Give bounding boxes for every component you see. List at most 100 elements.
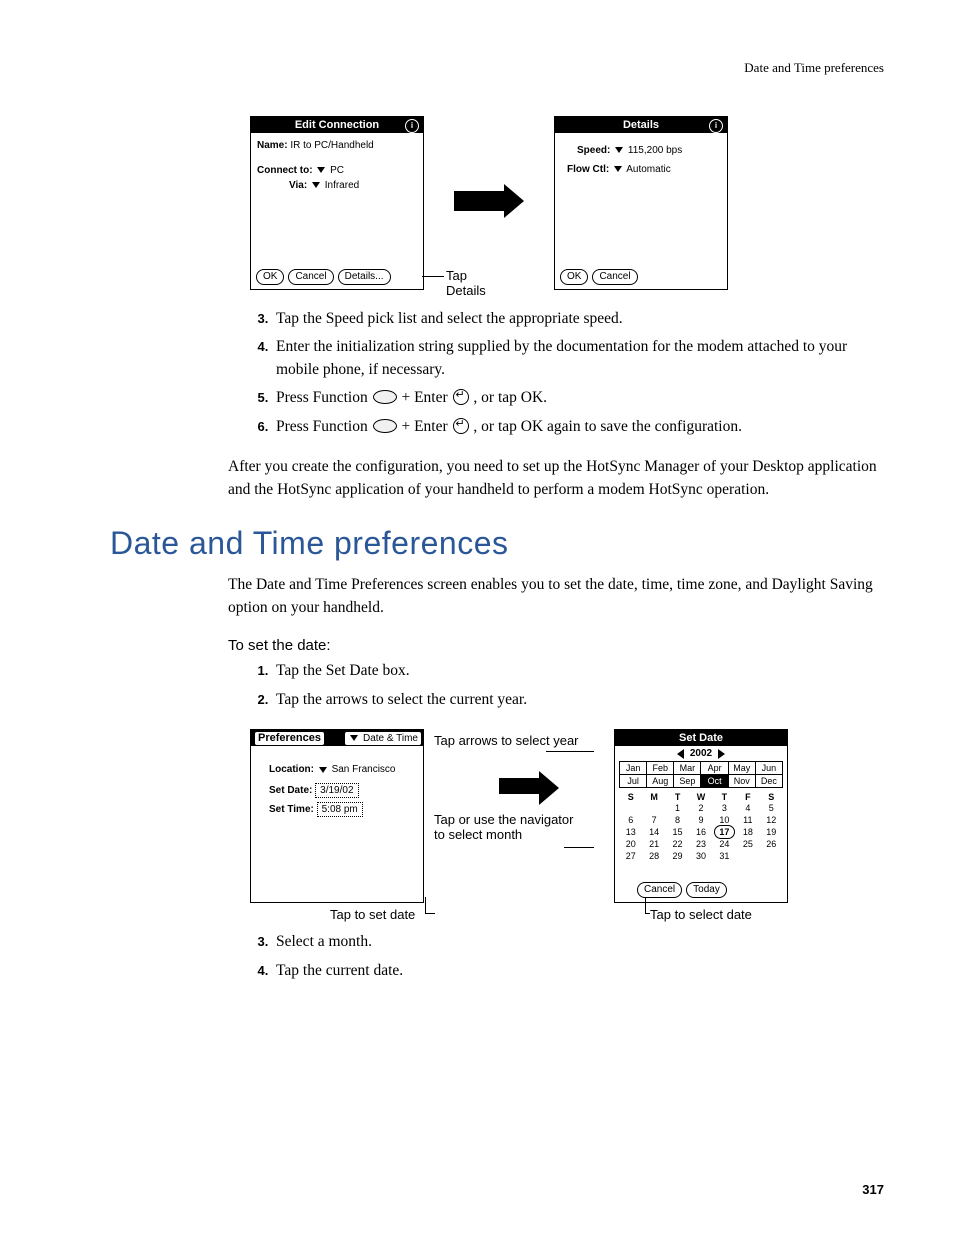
day-cell[interactable]: 31 [713, 850, 736, 862]
dow-cell: F [736, 792, 759, 802]
via-value[interactable]: Infrared [325, 180, 359, 191]
name-value[interactable]: IR to PC/Handheld [290, 140, 373, 151]
day-cell[interactable]: 9 [689, 814, 712, 826]
day-cell[interactable]: 28 [642, 850, 665, 862]
day-cell[interactable]: 30 [689, 850, 712, 862]
month-cell[interactable]: Jan [620, 762, 647, 775]
day-cell[interactable]: 21 [642, 838, 665, 850]
month-cell[interactable]: May [729, 762, 756, 775]
info-icon[interactable]: i [405, 119, 419, 133]
preferences-screen: Preferences Date & Time Location: San Fr… [250, 729, 424, 903]
screen-title: Details [623, 119, 659, 131]
day-cell[interactable]: 6 [619, 814, 642, 826]
year-value: 2002 [690, 748, 712, 759]
day-cell[interactable]: 13 [619, 826, 642, 838]
day-cell[interactable]: 1 [666, 802, 689, 814]
month-grid[interactable]: JanFebMarAprMayJun JulAugSepOctNovDec [619, 761, 783, 788]
cancel-button[interactable]: Cancel [592, 269, 637, 285]
ok-button[interactable]: OK [560, 269, 588, 285]
day-cell[interactable]: 24 [713, 838, 736, 850]
month-cell[interactable]: Dec [756, 775, 783, 788]
month-cell[interactable]: Nov [729, 775, 756, 788]
dropdown-icon [350, 735, 358, 741]
dropdown-icon[interactable] [615, 147, 623, 153]
enter-button-icon [453, 389, 469, 405]
dow-cell: S [619, 792, 642, 802]
month-cell[interactable]: Sep [674, 775, 701, 788]
dropdown-icon[interactable] [614, 166, 622, 172]
day-cell[interactable]: 20 [619, 838, 642, 850]
screen-title: Preferences [255, 732, 324, 745]
info-icon[interactable]: i [709, 119, 723, 133]
via-label: Via: [289, 180, 307, 191]
dow-cell: S [760, 792, 783, 802]
month-cell[interactable]: Feb [647, 762, 674, 775]
day-cell[interactable]: 5 [760, 802, 783, 814]
day-cell[interactable]: 16 [689, 826, 712, 838]
details-button[interactable]: Details... [338, 269, 391, 285]
day-cell[interactable]: 18 [736, 826, 759, 838]
month-cell[interactable]: Oct [701, 775, 728, 788]
dropdown-icon[interactable] [312, 182, 320, 188]
connect-to-value[interactable]: PC [330, 165, 344, 176]
today-button[interactable]: Today [686, 882, 727, 898]
day-grid[interactable]: 1234567891011121314151617181920212223242… [619, 802, 783, 862]
callout-tap-arrows: Tap arrows to select year [434, 733, 604, 748]
step-4b: Tap the current date. [272, 960, 884, 982]
cancel-button[interactable]: Cancel [288, 269, 333, 285]
set-time-label: Set Time: [269, 804, 314, 815]
set-time-box[interactable]: 5:08 pm [317, 802, 363, 817]
day-cell[interactable]: 15 [666, 826, 689, 838]
month-cell[interactable]: Jun [756, 762, 783, 775]
day-cell[interactable]: 11 [736, 814, 759, 826]
function-button-icon [373, 390, 397, 404]
day-cell[interactable]: 23 [689, 838, 712, 850]
month-cell[interactable]: Mar [674, 762, 701, 775]
day-cell[interactable]: 27 [619, 850, 642, 862]
day-cell[interactable]: 2 [689, 802, 712, 814]
day-cell[interactable]: 4 [736, 802, 759, 814]
dropdown-icon[interactable] [319, 767, 327, 773]
callout-select-month: Tap or use the navigator to select month [434, 812, 574, 842]
section-heading: Date and Time preferences [110, 525, 884, 562]
day-cell[interactable]: 19 [760, 826, 783, 838]
set-date-box[interactable]: 3/19/02 [315, 783, 358, 798]
running-header: Date and Time preferences [110, 60, 884, 76]
day-cell[interactable]: 14 [642, 826, 665, 838]
day-cell[interactable]: 17 [714, 825, 735, 839]
day-cell[interactable]: 12 [760, 814, 783, 826]
month-cell[interactable]: Aug [647, 775, 674, 788]
day-cell[interactable]: 29 [666, 850, 689, 862]
year-prev-icon[interactable] [677, 749, 684, 759]
category-selector[interactable]: Date & Time [345, 732, 421, 745]
day-cell[interactable]: 22 [666, 838, 689, 850]
arrow-icon [434, 778, 604, 794]
steps-list-b: Tap the Set Date box. Tap the arrows to … [250, 660, 884, 711]
arrow-icon [424, 191, 534, 211]
month-cell[interactable]: Apr [701, 762, 728, 775]
ok-button[interactable]: OK [256, 269, 284, 285]
speed-value[interactable]: 115,200 bps [628, 145, 682, 156]
speed-label: Speed: [577, 145, 610, 156]
screen-title: Edit Connection [295, 119, 379, 131]
set-date-label: Set Date: [269, 785, 312, 796]
location-value[interactable]: San Francisco [332, 764, 396, 775]
cancel-button[interactable]: Cancel [637, 882, 682, 898]
dropdown-icon[interactable] [317, 167, 325, 173]
day-cell[interactable]: 26 [760, 838, 783, 850]
dow-cell: W [689, 792, 712, 802]
screen-title-bar: Details i [555, 117, 727, 133]
day-cell[interactable]: 25 [736, 838, 759, 850]
step-3b: Select a month. [272, 931, 884, 953]
flow-ctl-value[interactable]: Automatic [626, 164, 670, 175]
dow-cell: T [713, 792, 736, 802]
month-cell[interactable]: Jul [620, 775, 647, 788]
callout-tap-set-date: Tap to set date [330, 907, 415, 922]
details-screen: Details i Speed: 115,200 bps Flow Ctl: A… [554, 116, 728, 290]
day-cell[interactable]: 7 [642, 814, 665, 826]
function-button-icon [373, 419, 397, 433]
day-cell[interactable]: 8 [666, 814, 689, 826]
connect-to-label: Connect to: [257, 165, 313, 176]
day-cell[interactable]: 3 [713, 802, 736, 814]
year-next-icon[interactable] [718, 749, 725, 759]
